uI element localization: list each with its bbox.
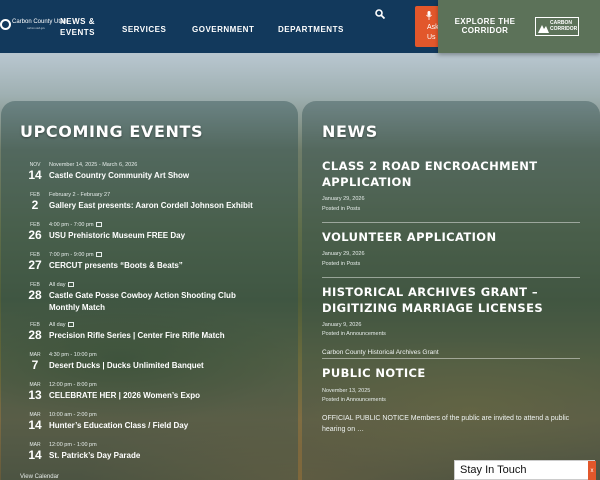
site-header: Carbon County Utah carbon.utah.gov NEWS …: [0, 0, 600, 53]
news-item-category[interactable]: Posted in Announcements: [322, 397, 386, 403]
event-day: 27: [28, 258, 42, 272]
news-item-category[interactable]: Posted in Posts: [322, 261, 360, 267]
ask-us-button[interactable]: Ask Us: [415, 6, 439, 47]
event-title[interactable]: Hunter’s Education Class / Field Day: [49, 420, 188, 431]
event-time: All day: [49, 282, 74, 288]
event-day: 28: [28, 288, 42, 302]
logo-text: Carbon County Utah: [12, 19, 67, 25]
event-title[interactable]: USU Prehistoric Museum FREE Day: [49, 230, 185, 241]
news-item-date: January 9, 2026: [322, 322, 362, 328]
event-time-text: 10:00 am - 2:00 pm: [49, 412, 97, 418]
event-time: 4:30 pm - 10:00 pm: [49, 352, 97, 358]
corridor-logo-text: CARBON CORRIDOR: [550, 20, 578, 32]
event-time-text: 12:00 pm - 1:00 pm: [49, 442, 97, 448]
event-time-text: February 2 - February 27: [49, 192, 111, 198]
event-item[interactable]: FEB 28 All day Castle Gate Posse Cowboy Act…: [0, 280, 297, 313]
event-item[interactable]: MAR 7 4:30 pm - 10:00 pm Desert Ducks | Duc…: [0, 350, 297, 380]
event-time-text: November 14, 2025 - March 6, 2026: [49, 162, 138, 168]
news-item-date: January 29, 2026: [322, 251, 365, 257]
news-item-excerpt: OFFICIAL PUBLIC NOTICE Members of the pu…: [322, 415, 570, 433]
event-day: 13: [28, 388, 42, 402]
event-time: November 14, 2025 - March 6, 2026: [49, 162, 137, 168]
event-time-text: 4:00 pm - 7:00 pm: [49, 222, 94, 228]
event-time: 10:00 am - 2:00 pm: [49, 412, 97, 418]
event-item[interactable]: MAR 14 10:00 am - 2:00 pm Hunter’s Educatio…: [0, 410, 297, 440]
event-time-text: 12:00 pm - 8:00 pm: [49, 382, 97, 388]
event-item[interactable]: FEB 2 February 2 - February 27 Gallery East…: [0, 190, 297, 220]
event-title[interactable]: St. Patrick’s Day Parade: [49, 450, 140, 461]
news-item-category[interactable]: Posted in Posts: [322, 206, 360, 212]
news-item-date: January 29, 2026: [322, 196, 365, 202]
event-title[interactable]: Castle Gate Posse Cowboy Action Shooting…: [49, 290, 236, 301]
event-day: 14: [28, 448, 42, 462]
mountain-icon: [538, 25, 549, 33]
nav-government[interactable]: GOVERNMENT: [192, 24, 254, 35]
event-day: 2: [31, 198, 39, 212]
event-day: 26: [28, 228, 42, 242]
event-time: 7:00 pm - 9:00 pm: [49, 252, 102, 258]
event-day: 28: [28, 328, 42, 342]
news-item-title[interactable]: CLASS 2 ROAD ENCROACHMENT APPLICATION: [322, 159, 584, 190]
news-item-title[interactable]: PUBLIC NOTICE: [322, 366, 584, 382]
event-title[interactable]: Precision Rifle Series | Center Fire Rif…: [49, 330, 225, 341]
nav-departments[interactable]: DEPARTMENTS: [278, 24, 344, 35]
explore-corridor-label: EXPLORE THE CORRIDOR: [454, 17, 516, 35]
event-title-continued[interactable]: Monthly Match: [49, 302, 105, 313]
news-item-category[interactable]: Posted in Announcements: [322, 331, 386, 337]
events-heading: UPCOMING EVENTS: [20, 122, 204, 141]
event-time: February 2 - February 27: [49, 192, 110, 198]
news-item-extra-link[interactable]: Carbon County Historical Archives Grant: [322, 349, 439, 356]
close-icon[interactable]: x: [588, 461, 596, 480]
event-time-text: 4:30 pm - 10:00 pm: [49, 352, 97, 358]
news-divider: [322, 358, 580, 359]
event-title[interactable]: Castle Country Community Art Show: [49, 170, 189, 181]
event-time: All day: [49, 322, 74, 328]
search-icon[interactable]: [375, 9, 385, 19]
event-time: 12:00 pm - 1:00 pm: [49, 442, 97, 448]
carbon-corridor-logo: CARBON CORRIDOR: [535, 17, 579, 36]
event-title[interactable]: CERCUT presents “Boots & Beats”: [49, 260, 183, 271]
event-item[interactable]: NOV 14 November 14, 2025 - March 6, 2026 Ca…: [0, 160, 297, 190]
county-logo[interactable]: Carbon County Utah carbon.utah.gov: [0, 12, 67, 40]
stay-in-touch-widget[interactable]: Stay In Touch x: [454, 460, 596, 480]
recurring-icon: [67, 282, 74, 288]
recurring-icon: [67, 322, 74, 328]
event-time-text: All day: [49, 282, 66, 288]
event-time: 4:00 pm - 7:00 pm: [49, 222, 102, 228]
event-item[interactable]: FEB 28 All day Precision Rifle Series | Cen…: [0, 320, 297, 350]
event-title[interactable]: Desert Ducks | Ducks Unlimited Banquet: [49, 360, 204, 371]
news-item-title[interactable]: HISTORICAL ARCHIVES GRANT – DIGITIZING M…: [322, 285, 584, 316]
news-divider: [322, 222, 580, 223]
nav-services[interactable]: SERVICES: [122, 24, 166, 35]
event-time-text: 7:00 pm - 9:00 pm: [49, 252, 94, 258]
event-day: 14: [28, 168, 42, 182]
news-divider: [322, 277, 580, 278]
news-item-title[interactable]: VOLUNTEER APPLICATION: [322, 230, 584, 246]
event-day: 14: [28, 418, 42, 432]
microphone-icon: [426, 11, 432, 20]
view-calendar-link[interactable]: View Calendar: [20, 474, 59, 480]
event-day: 7: [31, 358, 39, 372]
event-title[interactable]: Gallery East presents: Aaron Cordell Joh…: [49, 200, 253, 211]
explore-corridor-button[interactable]: EXPLORE THE CORRIDOR CARBON CORRIDOR: [438, 0, 600, 53]
recurring-icon: [95, 222, 102, 228]
news-item-date: November 13, 2025: [322, 388, 371, 394]
event-item[interactable]: FEB 26 4:00 pm - 7:00 pm USU Prehistoric Mu…: [0, 220, 297, 250]
stay-in-touch-label: Stay In Touch: [460, 464, 527, 476]
event-title[interactable]: CELEBRATE HER | 2026 Women’s Expo: [49, 390, 200, 401]
logo-subtext: carbon.utah.gov: [27, 27, 45, 30]
logo-emblem: [0, 19, 11, 30]
event-item[interactable]: MAR 14 12:00 pm - 1:00 pm St. Patrick’s Day…: [0, 440, 297, 470]
news-heading: NEWS: [322, 122, 378, 141]
event-item[interactable]: MAR 13 12:00 pm - 8:00 pm CELEBRATE HER | 2…: [0, 380, 297, 410]
event-time-text: All day: [49, 322, 66, 328]
event-item[interactable]: FEB 27 7:00 pm - 9:00 pm CERCUT presents “B…: [0, 250, 297, 280]
recurring-icon: [95, 252, 102, 258]
event-time: 12:00 pm - 8:00 pm: [49, 382, 97, 388]
nav-news-events[interactable]: NEWS & EVENTS: [60, 16, 96, 38]
